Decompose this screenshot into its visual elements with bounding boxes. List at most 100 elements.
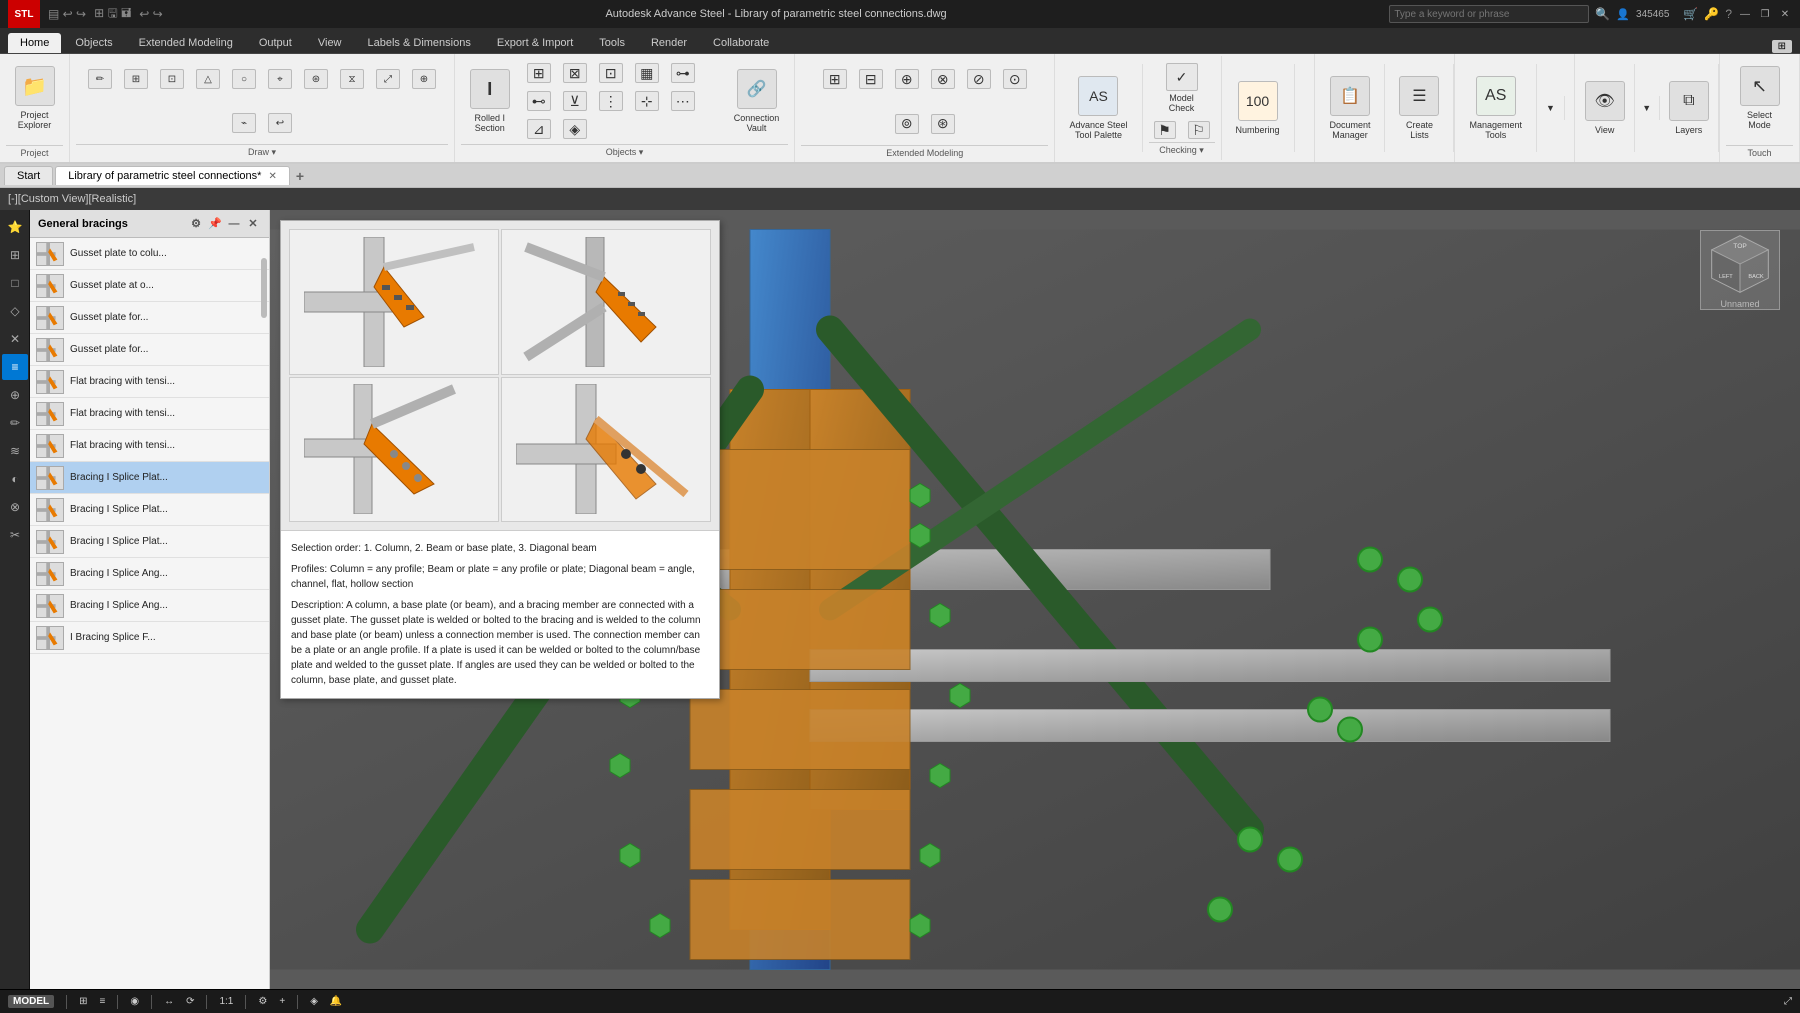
- doc-tab-library-close[interactable]: ✕: [269, 171, 277, 182]
- tab-view[interactable]: View: [306, 33, 354, 53]
- panel-close-icon[interactable]: ✕: [245, 216, 261, 232]
- status-list-icon[interactable]: ≡: [100, 996, 106, 1007]
- group-label-draw[interactable]: Draw ▾: [76, 144, 448, 158]
- connection-vault-button[interactable]: 🔗 ConnectionVault: [726, 61, 788, 141]
- doc-tab-start[interactable]: Start: [4, 166, 53, 185]
- draw-btn-4[interactable]: △: [191, 58, 225, 100]
- draw-btn-5[interactable]: ○: [227, 58, 261, 100]
- ext-btn-3[interactable]: ⊕: [890, 66, 924, 92]
- ext-btn-4[interactable]: ⊗: [926, 66, 960, 92]
- connection-list-item[interactable]: Flat bracing with tensi...: [30, 430, 269, 462]
- obj-btn-9[interactable]: ⊹: [630, 88, 664, 114]
- tab-export-import[interactable]: Export & Import: [485, 33, 585, 53]
- status-expand-icon[interactable]: ⤢: [1784, 996, 1792, 1007]
- side-icon-5[interactable]: ≡: [2, 354, 28, 380]
- draw-btn-8[interactable]: ⧖: [335, 58, 369, 100]
- connection-list-item[interactable]: Bracing I Splice Plat...: [30, 462, 269, 494]
- obj-btn-2[interactable]: ⊠: [558, 60, 592, 86]
- preview-cell-4[interactable]: [501, 377, 711, 523]
- obj-btn-7[interactable]: ⊻: [558, 88, 592, 114]
- help-icon[interactable]: ?: [1725, 7, 1732, 21]
- numbering-button[interactable]: 100 Numbering: [1228, 68, 1288, 148]
- draw-btn-10[interactable]: ⊕: [407, 58, 441, 100]
- obj-btn-6[interactable]: ⊷: [522, 88, 556, 114]
- tab-objects[interactable]: Objects: [63, 33, 124, 53]
- tab-home[interactable]: Home: [8, 33, 61, 53]
- doc-tab-library[interactable]: Library of parametric steel connections*…: [55, 166, 290, 185]
- rolled-i-section-button[interactable]: I Rolled ISection: [462, 61, 518, 141]
- connection-list-item[interactable]: Gusset plate for...: [30, 302, 269, 334]
- obj-btn-10[interactable]: ⋯: [666, 88, 700, 114]
- side-icon-6[interactable]: ⊕: [2, 382, 28, 408]
- panel-minimize-icon[interactable]: —: [226, 216, 242, 232]
- menu-extra[interactable]: ⊞: [1772, 40, 1792, 53]
- side-icon-4[interactable]: ✕: [2, 326, 28, 352]
- side-icon-10[interactable]: ⊗: [2, 494, 28, 520]
- preview-cell-3[interactable]: [289, 377, 499, 523]
- connection-list-item[interactable]: Bracing I Splice Ang...: [30, 558, 269, 590]
- status-add-icon[interactable]: +: [279, 996, 285, 1007]
- check-sub-2[interactable]: ⚐: [1183, 118, 1215, 142]
- tab-labels-dimensions[interactable]: Labels & Dimensions: [356, 33, 483, 53]
- close-button[interactable]: ✕: [1778, 7, 1792, 21]
- sign-icon[interactable]: 🔑: [1704, 7, 1719, 21]
- ext-btn-2[interactable]: ⊟: [854, 66, 888, 92]
- draw-btn-2[interactable]: ⊞: [119, 58, 153, 100]
- status-rotate-icon[interactable]: ⟳: [186, 996, 194, 1007]
- draw-btn-12[interactable]: ↩: [263, 102, 297, 144]
- create-lists-button[interactable]: ☰ CreateLists: [1391, 68, 1447, 148]
- draw-btn-3[interactable]: ⊡: [155, 58, 189, 100]
- settings-dropdown-button[interactable]: ▼: [1541, 100, 1560, 116]
- side-icon-0[interactable]: ⭐: [2, 214, 28, 240]
- tab-tools[interactable]: Tools: [587, 33, 637, 53]
- side-icon-8[interactable]: ≋: [2, 438, 28, 464]
- status-settings-icon[interactable]: ⚙: [258, 996, 267, 1007]
- tab-extended-modeling[interactable]: Extended Modeling: [127, 33, 245, 53]
- status-snap-icon[interactable]: ◉: [130, 996, 139, 1007]
- project-explorer-button[interactable]: 📁 ProjectExplorer: [7, 58, 63, 138]
- tab-render[interactable]: Render: [639, 33, 699, 53]
- preview-cell-2[interactable]: [501, 229, 711, 375]
- main-viewport[interactable]: Selection order: 1. Column, 2. Beam or b…: [270, 210, 1800, 989]
- panel-settings-icon[interactable]: ⚙: [188, 216, 204, 232]
- side-icon-1[interactable]: ⊞: [2, 242, 28, 268]
- connection-list-item[interactable]: Gusset plate for...: [30, 334, 269, 366]
- search-icon[interactable]: 🔍: [1595, 7, 1610, 21]
- nav-cube[interactable]: TOP LEFT BACK Unnamed: [1700, 230, 1780, 310]
- side-icon-2[interactable]: □: [2, 270, 28, 296]
- connection-list-item[interactable]: Gusset plate to colu...: [30, 238, 269, 270]
- restore-button[interactable]: ❐: [1758, 7, 1772, 21]
- obj-btn-11[interactable]: ⊿: [522, 116, 556, 142]
- draw-btn-9[interactable]: ⤢: [371, 58, 405, 100]
- obj-btn-5[interactable]: ⊶: [666, 60, 700, 86]
- draw-btn-11[interactable]: ⌁: [227, 102, 261, 144]
- obj-btn-12[interactable]: ◈: [558, 116, 592, 142]
- connection-list-item[interactable]: Bracing I Splice Plat...: [30, 526, 269, 558]
- connection-list-item[interactable]: Flat bracing with tensi...: [30, 398, 269, 430]
- status-grid-icon[interactable]: ⊞: [79, 996, 87, 1007]
- minimize-button[interactable]: —: [1738, 7, 1752, 21]
- select-mode-button[interactable]: ↖ SelectMode: [1732, 58, 1788, 138]
- status-bell-icon[interactable]: 🔔: [330, 996, 342, 1007]
- obj-btn-8[interactable]: ⋮: [594, 88, 628, 114]
- connection-list-item[interactable]: Bracing I Splice Plat...: [30, 494, 269, 526]
- management-tools-button[interactable]: AS ManagementTools: [1461, 68, 1530, 148]
- add-tab-button[interactable]: +: [296, 168, 304, 184]
- side-icon-11[interactable]: ✂: [2, 522, 28, 548]
- view-dropdown-button[interactable]: ▼: [1637, 100, 1656, 116]
- scroll-indicator[interactable]: [261, 258, 267, 318]
- tab-output[interactable]: Output: [247, 33, 304, 53]
- check-sub-1[interactable]: ⚑: [1149, 118, 1181, 142]
- ext-btn-8[interactable]: ⊛: [926, 111, 960, 137]
- side-icon-7[interactable]: ✏: [2, 410, 28, 436]
- search-input[interactable]: [1389, 5, 1589, 23]
- view-button[interactable]: 👁 View: [1577, 68, 1633, 148]
- connection-list-item[interactable]: Bracing I Splice Ang...: [30, 590, 269, 622]
- ext-btn-1[interactable]: ⊞: [818, 66, 852, 92]
- status-target-icon[interactable]: ◈: [310, 996, 318, 1007]
- tab-collaborate[interactable]: Collaborate: [701, 33, 781, 53]
- side-icon-3[interactable]: ◇: [2, 298, 28, 324]
- obj-btn-1[interactable]: ⊞: [522, 60, 556, 86]
- ext-btn-7[interactable]: ⊚: [890, 111, 924, 137]
- preview-cell-1[interactable]: [289, 229, 499, 375]
